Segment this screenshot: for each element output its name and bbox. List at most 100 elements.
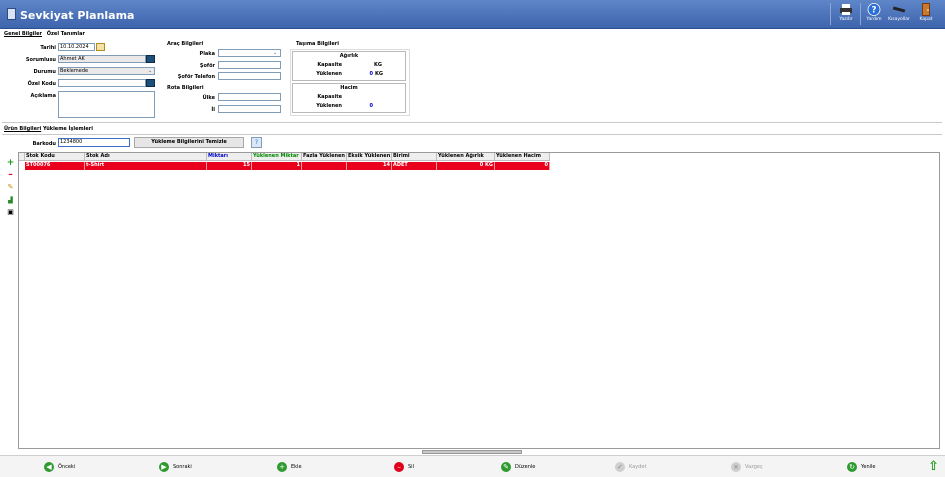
toolbar-separator	[830, 3, 831, 25]
cancel-icon: ×	[731, 461, 741, 472]
vehicle-group-title: Araç Bilgileri	[167, 41, 204, 47]
tab-product-info[interactable]: Ürün Bilgileri	[4, 126, 41, 132]
table-cell[interactable]: 0	[495, 162, 550, 170]
refresh-icon: ↻	[847, 461, 857, 472]
tab-loading-operations[interactable]: Yükleme İşlemleri	[43, 126, 93, 132]
table-cell[interactable]: ST00076	[25, 162, 85, 170]
column-header[interactable]: Yüklenen Ağırlık	[437, 153, 495, 161]
date-field[interactable]: 10.10.2024	[58, 43, 95, 51]
help-button[interactable]: ? Yardım	[861, 3, 887, 27]
weight-loaded-unit: KG	[375, 71, 383, 77]
add-button[interactable]: + Ekle	[277, 461, 302, 473]
info-icon[interactable]: ?	[251, 137, 262, 148]
section-divider	[2, 122, 942, 123]
responsible-field[interactable]: Ahmet AK	[58, 55, 146, 63]
cancel-label: Vazgeç	[745, 464, 763, 470]
driver-field[interactable]	[218, 61, 281, 69]
horizontal-scrollbar[interactable]	[422, 450, 522, 454]
add-row-icon[interactable]: +	[6, 159, 15, 168]
minus-icon: –	[394, 461, 404, 472]
save-button[interactable]: ✓ Kaydet	[615, 461, 646, 473]
volume-loaded-label: Yüklenen	[316, 103, 342, 109]
weight-loaded-label: Yüklenen	[316, 71, 342, 77]
country-field[interactable]	[218, 93, 281, 101]
clear-loading-button[interactable]: Yükleme Bilgilerini Temizle	[134, 137, 244, 148]
column-header[interactable]: Yüklenen Miktar	[252, 153, 302, 161]
driver-label: Şoför	[199, 63, 215, 69]
volume-capacity-label: Kapasite	[317, 94, 342, 100]
column-header[interactable]: Miktarı	[207, 153, 252, 161]
grid-settings-icon[interactable]: ▣	[6, 208, 15, 217]
edit-icon: ✎	[501, 461, 511, 472]
previous-button[interactable]: ◀ Önceki	[44, 461, 75, 473]
printer-icon	[840, 4, 852, 15]
top-tabs: Genel Bilgiler Özel Tanımlar	[4, 31, 88, 37]
custom-code-label: Özel Kodu	[27, 81, 56, 87]
window-title: Sevkiyat Planlama	[20, 9, 135, 22]
print-label: Yazdır	[839, 17, 853, 22]
table-cell[interactable]: 1	[252, 162, 302, 170]
plus-icon: +	[277, 461, 287, 472]
arrow-up-icon[interactable]: ⇧	[928, 459, 939, 474]
title-bar: Sevkiyat Planlama Yazdır ? Yardım Kısayo…	[0, 0, 945, 29]
refresh-button[interactable]: ↻ Yenile	[847, 461, 876, 473]
shortcuts-label: Kısayollar	[888, 17, 910, 22]
section-divider	[2, 134, 942, 135]
shortcuts-button[interactable]: Kısayollar	[886, 3, 912, 27]
chart-icon[interactable]: ▟	[6, 196, 15, 205]
tab-custom-definitions[interactable]: Özel Tanımlar	[47, 31, 85, 37]
barcode-input[interactable]: 1234800	[58, 138, 130, 147]
products-grid[interactable]: Stok Kodu Stok Adı Miktarı Yüklenen Mikt…	[18, 152, 940, 449]
shortcut-icon	[892, 6, 906, 13]
help-label: Yardım	[866, 17, 882, 22]
weight-title: Ağırlık	[339, 53, 359, 59]
footer-toolbar: ◀ Önceki ▶ Sonraki + Ekle – Sil ✎ Düzenle ✓ Ka…	[0, 455, 945, 477]
delete-label: Sil	[408, 464, 414, 470]
column-header[interactable]: Birimi	[392, 153, 437, 161]
calendar-icon[interactable]	[96, 43, 105, 51]
carry-group-title: Taşıma Bilgileri	[296, 41, 339, 47]
edit-label: Düzenle	[515, 464, 536, 470]
next-button[interactable]: ▶ Sonraki	[159, 461, 192, 473]
bottom-tabs: Ürün Bilgileri Yükleme İşlemleri	[4, 126, 93, 132]
edit-button[interactable]: ✎ Düzenle	[501, 461, 535, 473]
cancel-button[interactable]: × Vazgeç	[731, 461, 763, 473]
custom-code-field[interactable]	[58, 79, 146, 87]
remove-row-icon[interactable]: –	[6, 171, 15, 180]
driver-phone-field[interactable]	[218, 72, 281, 80]
route-group-title: Rota Bilgileri	[167, 85, 204, 91]
column-header[interactable]: Stok Kodu	[25, 153, 85, 161]
plate-select[interactable]	[218, 49, 281, 57]
edit-pencil-icon[interactable]: ✎	[6, 183, 15, 192]
tab-general-info[interactable]: Genel Bilgiler	[4, 31, 42, 37]
weight-capacity-unit: KG	[374, 62, 382, 68]
table-cell[interactable]: 14	[347, 162, 392, 170]
next-label: Sonraki	[173, 464, 192, 470]
column-header[interactable]: Yüklenen Hacim	[495, 153, 550, 161]
lookup-icon[interactable]	[146, 79, 155, 87]
delete-button[interactable]: – Sil	[394, 461, 414, 473]
status-select[interactable]: Beklemede	[58, 67, 155, 75]
weight-capacity-label: Kapasite	[317, 62, 342, 68]
print-button[interactable]: Yazdır	[833, 3, 859, 27]
volume-title: Hacim	[340, 85, 358, 91]
column-header[interactable]: Stok Adı	[85, 153, 207, 161]
close-label: Kapat	[919, 17, 933, 22]
city-label: İl	[211, 107, 215, 113]
city-field[interactable]	[218, 105, 281, 113]
door-exit-icon	[922, 3, 930, 16]
note-textarea[interactable]	[58, 91, 155, 118]
app-icon	[7, 8, 16, 20]
column-header[interactable]: Fazla Yüklenen	[302, 153, 347, 161]
previous-label: Önceki	[58, 464, 76, 470]
table-cell[interactable]	[302, 162, 347, 170]
close-button[interactable]: Kapat	[913, 3, 939, 27]
column-header[interactable]: Eksik Yüklenen	[347, 153, 392, 161]
refresh-label: Yenile	[861, 464, 876, 470]
arrow-left-icon: ◀	[44, 461, 54, 472]
table-cell[interactable]: t-Shirt	[85, 162, 207, 170]
table-cell[interactable]: 15	[207, 162, 252, 170]
table-cell[interactable]: ADET	[392, 162, 437, 170]
lookup-icon[interactable]	[146, 55, 155, 63]
table-cell[interactable]: 0 KG	[437, 162, 495, 170]
